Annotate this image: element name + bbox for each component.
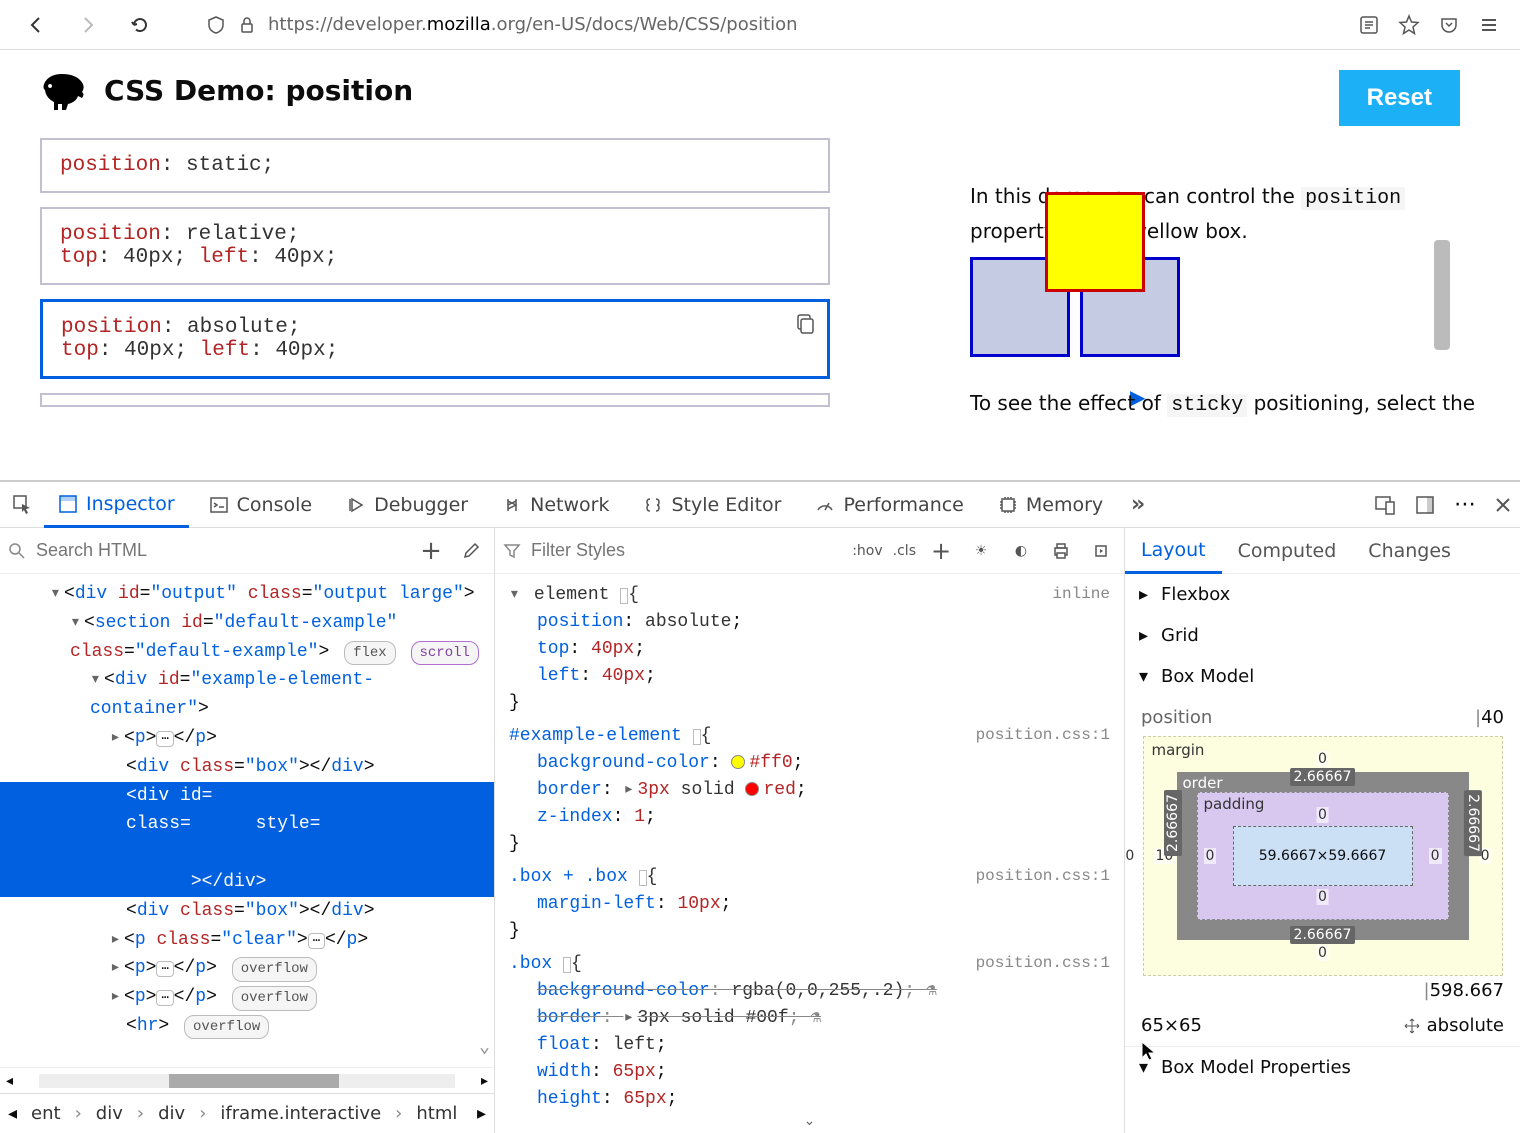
layout-tab-changes[interactable]: Changes	[1352, 530, 1467, 572]
layout-tab-computed[interactable]: Computed	[1222, 530, 1353, 572]
rule-source[interactable]: position.css:1	[976, 723, 1110, 747]
forward-button[interactable]	[72, 9, 104, 41]
demo-boxes	[970, 257, 1180, 357]
rule-source[interactable]: position.css:1	[976, 951, 1110, 975]
filter-styles-input[interactable]	[531, 540, 842, 561]
print-icon[interactable]	[1046, 536, 1076, 566]
layout-tab-layout[interactable]: Layout	[1125, 529, 1222, 574]
expand-chevron-icon[interactable]: ⌄	[479, 1034, 490, 1063]
hov-button[interactable]: :hov	[852, 543, 882, 559]
search-html-input[interactable]	[36, 540, 406, 561]
code-option-relative[interactable]: position: relative; top: 40px; left: 40p…	[40, 207, 830, 285]
desc-code: sticky	[1167, 394, 1247, 417]
close-devtools-icon[interactable]	[1494, 496, 1512, 514]
responsive-icon[interactable]	[1374, 494, 1396, 516]
page-title: CSS Demo: position	[104, 74, 413, 107]
inline-badge: inline	[1052, 582, 1110, 606]
styles-collapse-icon[interactable]: ⌄	[495, 1109, 1124, 1133]
reload-button[interactable]	[124, 9, 156, 41]
cls-button[interactable]: .cls	[893, 543, 916, 559]
kebab-icon[interactable]: ⋯	[1454, 492, 1476, 517]
back-button[interactable]	[20, 9, 52, 41]
tab-style-editor[interactable]: Style Editor	[629, 484, 795, 526]
tab-inspector[interactable]: Inspector	[44, 483, 189, 528]
bm-size: 65×65	[1141, 1015, 1202, 1036]
rule-source[interactable]: position.css:1	[976, 864, 1110, 888]
code-option-next[interactable]	[40, 393, 830, 407]
url-bar[interactable]: https://developer.mozilla.org/en-US/docs…	[176, 14, 1338, 35]
position-icon	[1403, 1017, 1421, 1035]
section-boxmodel[interactable]: ▾Box Model	[1125, 656, 1520, 697]
yellow-box	[1045, 192, 1145, 292]
shield-icon	[206, 15, 226, 35]
tab-memory[interactable]: Memory	[984, 484, 1117, 526]
motion-icon[interactable]	[1086, 536, 1116, 566]
dom-panel: + ▾<div id="output" class="output large"…	[0, 528, 495, 1133]
search-icon	[8, 542, 26, 560]
dock-icon[interactable]	[1414, 494, 1436, 516]
mdn-dino-icon	[40, 70, 86, 110]
desc-text: To see the effect of	[970, 391, 1161, 415]
dom-tree[interactable]: ▾<div id="output" class="output large"> …	[0, 574, 494, 1067]
code-options: position: static; position: relative; to…	[40, 138, 830, 407]
section-boxmodel-props[interactable]: ▾Box Model Properties	[1125, 1046, 1520, 1088]
pocket-icon[interactable]	[1438, 14, 1460, 36]
box-model: position| 40 margin 0 0 10 0 order 2.666…	[1125, 697, 1520, 1046]
add-rule-button[interactable]: +	[926, 536, 956, 566]
bm-position-mode: absolute	[1427, 1015, 1504, 1036]
dark-icon[interactable]: ◐	[1006, 536, 1036, 566]
desc-code: position	[1301, 187, 1405, 210]
styles-panel: :hov .cls + ☀ ◐ inline ▾ element { posit…	[495, 528, 1125, 1133]
styles-rules[interactable]: inline ▾ element { position: absolute; t…	[495, 574, 1124, 1109]
code-option-static[interactable]: position: static;	[40, 138, 830, 193]
dom-hscroll[interactable]: ◂ ▸	[0, 1067, 494, 1093]
light-icon[interactable]: ☀	[966, 536, 996, 566]
reader-icon[interactable]	[1358, 14, 1380, 36]
tab-performance[interactable]: Performance	[801, 484, 977, 526]
pick-element-icon[interactable]	[8, 490, 38, 520]
desc-text: positioning, select the	[1254, 391, 1475, 415]
tab-debugger[interactable]: Debugger	[332, 484, 482, 526]
section-grid[interactable]: ▸Grid	[1125, 615, 1520, 656]
tab-console[interactable]: Console	[195, 484, 326, 526]
more-tabs-icon[interactable]: »	[1123, 490, 1153, 520]
code-option-absolute[interactable]: position: absolute; top: 40px; left: 40p…	[40, 299, 830, 379]
section-flexbox[interactable]: ▸Flexbox	[1125, 574, 1520, 615]
bookmark-icon[interactable]	[1398, 14, 1420, 36]
breadcrumbs[interactable]: ◂ ent› div› div› iframe.interactive› htm…	[0, 1093, 494, 1133]
devtools-tabs: Inspector Console Debugger Network Style…	[0, 482, 1520, 528]
dom-selected-node: <div id="example-element" class="box" st…	[0, 782, 494, 897]
copy-icon[interactable]	[793, 312, 817, 336]
browser-toolbar: https://developer.mozilla.org/en-US/docs…	[0, 0, 1520, 50]
filter-icon	[503, 542, 521, 560]
devtools: Inspector Console Debugger Network Style…	[0, 480, 1520, 1133]
page-content: CSS Demo: position Reset position: stati…	[0, 50, 1520, 480]
page-header: CSS Demo: position	[40, 70, 970, 110]
eyedropper-icon[interactable]	[456, 536, 486, 566]
tab-network[interactable]: Network	[488, 484, 623, 526]
demo-panel: In this demo you can control the positio…	[970, 70, 1480, 480]
url-text: https://developer.mozilla.org/en-US/docs…	[268, 14, 798, 35]
add-node-button[interactable]: +	[416, 536, 446, 566]
bm-content-size: 59.6667×59.6667	[1259, 848, 1387, 864]
lock-icon	[238, 16, 256, 34]
layout-panel: Layout Computed Changes ▸Flexbox ▸Grid ▾…	[1125, 528, 1520, 1133]
content-scrollbar[interactable]	[1434, 240, 1450, 350]
menu-icon[interactable]	[1478, 14, 1500, 36]
